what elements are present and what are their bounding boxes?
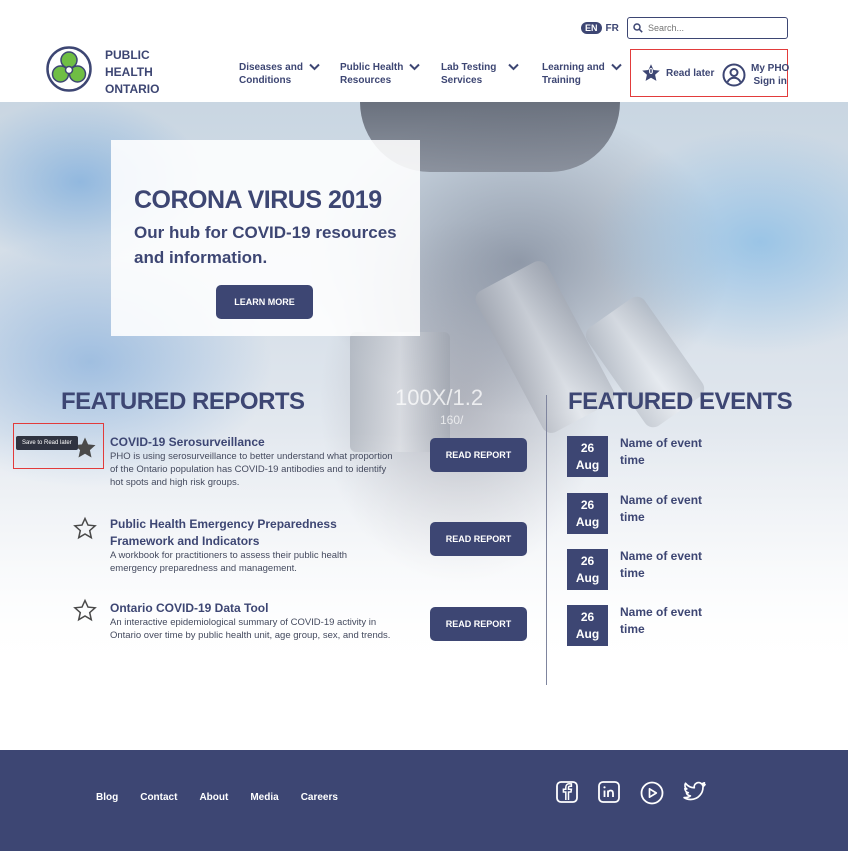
event-time: time bbox=[620, 622, 645, 636]
event-date-badge: 26 Aug bbox=[567, 493, 608, 534]
featured-reports-title: FEATURED REPORTS bbox=[61, 388, 305, 415]
lang-fr-button[interactable]: FR bbox=[606, 23, 619, 34]
event-item[interactable]: 26 Aug Name of event time bbox=[567, 436, 702, 477]
search-icon[interactable] bbox=[633, 23, 643, 33]
chevron-down-icon bbox=[409, 63, 421, 71]
report-title[interactable]: Ontario COVID-19 Data Tool bbox=[110, 600, 395, 617]
report-item: COVID-19 Serosurveillance PHO is using s… bbox=[73, 434, 533, 494]
site-footer: Blog Contact About Media Careers bbox=[0, 750, 848, 851]
hero-title: CORONA VIRUS 2019 bbox=[134, 186, 382, 214]
learn-more-button[interactable]: LEARN MORE bbox=[216, 285, 313, 319]
star-icon: 0 bbox=[641, 63, 661, 83]
read-report-button[interactable]: READ REPORT bbox=[430, 438, 527, 472]
youtube-icon[interactable] bbox=[640, 781, 664, 805]
report-description: PHO is using serosurveillance to better … bbox=[110, 451, 393, 488]
event-item[interactable]: 26 Aug Name of event time bbox=[567, 605, 702, 646]
sign-in-label: Sign in bbox=[753, 76, 787, 87]
report-description: A workbook for practitioners to assess t… bbox=[110, 550, 348, 574]
footer-links: Blog Contact About Media Careers bbox=[96, 792, 338, 803]
event-item[interactable]: 26 Aug Name of event time bbox=[567, 493, 702, 534]
my-pho-signin-button[interactable]: My PHO Sign in bbox=[722, 62, 789, 88]
nav-item-label: Diseases and Conditions bbox=[239, 62, 303, 86]
event-time: time bbox=[620, 510, 645, 524]
footer-link-about[interactable]: About bbox=[199, 792, 228, 803]
star-outline-icon[interactable] bbox=[73, 516, 97, 540]
nav-item-learning[interactable]: Learning and Training bbox=[542, 61, 622, 87]
nav-item-label: Lab Testing Services bbox=[441, 62, 497, 86]
logo-text[interactable]: PUBLIC HEALTH ONTARIO bbox=[105, 47, 159, 98]
column-divider bbox=[546, 395, 547, 685]
nav-item-diseases[interactable]: Diseases and Conditions bbox=[239, 61, 320, 87]
event-month: Aug bbox=[575, 514, 600, 529]
chevron-down-icon bbox=[508, 63, 520, 71]
event-day: 26 bbox=[580, 440, 595, 455]
event-name[interactable]: Name of event bbox=[620, 435, 702, 452]
event-name[interactable]: Name of event bbox=[620, 604, 702, 621]
event-month: Aug bbox=[575, 457, 600, 472]
event-date-badge: 26 Aug bbox=[567, 549, 608, 590]
hero-card: CORONA VIRUS 2019 Our hub for COVID-19 r… bbox=[111, 140, 420, 336]
event-time: time bbox=[620, 566, 645, 580]
event-date-badge: 26 Aug bbox=[567, 605, 608, 646]
footer-link-media[interactable]: Media bbox=[250, 792, 278, 803]
logo-line: HEALTH bbox=[105, 65, 153, 79]
event-day: 26 bbox=[580, 609, 595, 624]
read-later-count: 0 bbox=[648, 67, 654, 76]
event-item[interactable]: 26 Aug Name of event time bbox=[567, 549, 702, 590]
search-box bbox=[627, 17, 788, 39]
logo-line: ONTARIO bbox=[105, 82, 160, 96]
read-later-button[interactable]: 0 Read later bbox=[641, 63, 714, 83]
event-day: 26 bbox=[580, 553, 595, 568]
read-report-button[interactable]: READ REPORT bbox=[430, 522, 527, 556]
event-name[interactable]: Name of event bbox=[620, 548, 702, 565]
report-title[interactable]: COVID-19 Serosurveillance bbox=[110, 434, 395, 451]
nav-item-label: Public Health Resources bbox=[340, 62, 404, 86]
chevron-down-icon bbox=[309, 63, 320, 71]
linkedin-icon[interactable] bbox=[598, 781, 620, 803]
facebook-icon[interactable] bbox=[556, 781, 578, 803]
nav-item-label: Learning and Training bbox=[542, 62, 605, 86]
event-day: 26 bbox=[580, 497, 595, 512]
report-item: Ontario COVID-19 Data Tool An interactiv… bbox=[73, 598, 533, 660]
logo-icon bbox=[46, 46, 92, 92]
star-outline-icon[interactable] bbox=[73, 598, 97, 622]
nav-item-lab-testing[interactable]: Lab Testing Services bbox=[441, 61, 520, 87]
search-input[interactable] bbox=[648, 23, 778, 33]
report-description: An interactive epidemiological summary o… bbox=[110, 617, 391, 641]
featured-events-title: FEATURED EVENTS bbox=[568, 388, 793, 415]
microscope-text: 100X/1.2 bbox=[395, 385, 484, 410]
microscope-text: 160/ bbox=[440, 413, 464, 427]
site-header: EN FR PUBLIC HEALTH ONTARIO Diseases and… bbox=[0, 0, 848, 102]
language-switcher: EN FR bbox=[581, 22, 619, 34]
hero-subtitle: Our hub for COVID-19 resources and infor… bbox=[134, 223, 397, 267]
read-later-label: Read later bbox=[666, 67, 715, 79]
nav-item-resources[interactable]: Public Health Resources bbox=[340, 61, 421, 87]
read-report-button[interactable]: READ REPORT bbox=[430, 607, 527, 641]
footer-link-careers[interactable]: Careers bbox=[301, 792, 338, 803]
logo-line: PUBLIC bbox=[105, 48, 150, 62]
save-tooltip: Save to Read later bbox=[16, 436, 78, 450]
event-time: time bbox=[620, 453, 645, 467]
my-pho-label: My PHO bbox=[751, 63, 790, 74]
footer-link-blog[interactable]: Blog bbox=[96, 792, 118, 803]
event-name[interactable]: Name of event bbox=[620, 492, 702, 509]
user-icon bbox=[722, 63, 746, 87]
footer-link-contact[interactable]: Contact bbox=[140, 792, 177, 803]
report-title[interactable]: Public Health Emergency Preparedness Fra… bbox=[110, 516, 395, 550]
chevron-down-icon bbox=[611, 63, 622, 71]
event-month: Aug bbox=[575, 626, 600, 641]
twitter-icon[interactable] bbox=[683, 781, 707, 803]
pho-logo[interactable] bbox=[46, 46, 92, 97]
event-date-badge: 26 Aug bbox=[567, 436, 608, 477]
report-item: Public Health Emergency Preparedness Fra… bbox=[73, 516, 533, 576]
lang-en-button[interactable]: EN bbox=[581, 22, 602, 34]
event-month: Aug bbox=[575, 570, 600, 585]
